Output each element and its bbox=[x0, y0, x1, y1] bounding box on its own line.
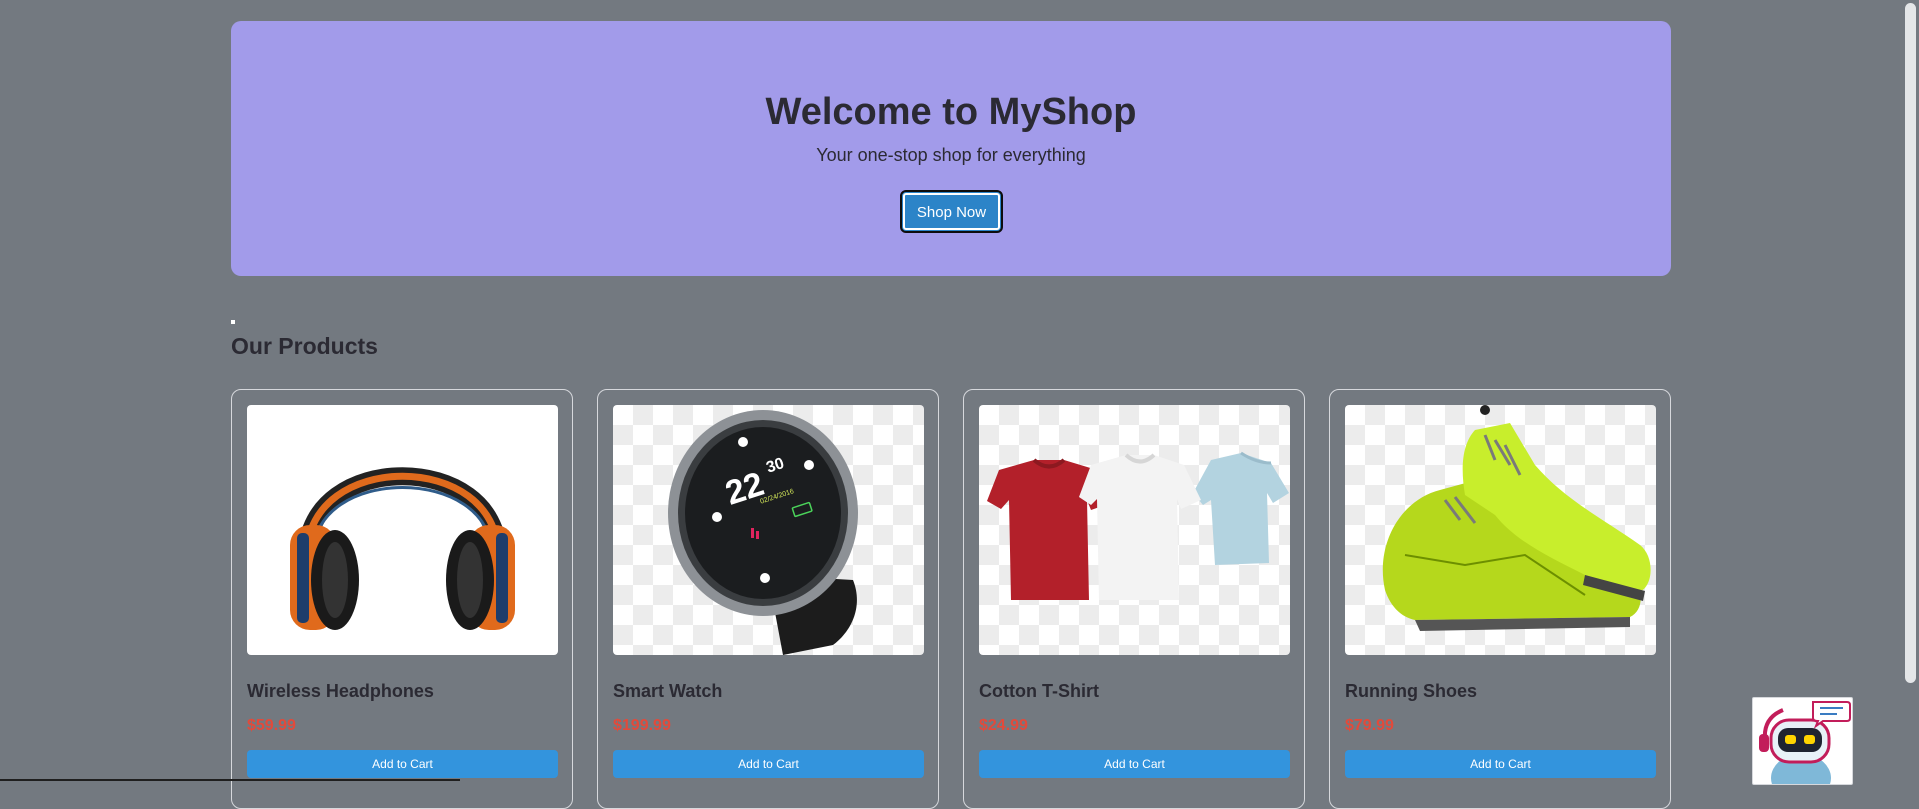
scrollbar-thumb[interactable] bbox=[1905, 3, 1916, 683]
shop-now-button[interactable]: Shop Now bbox=[900, 190, 1003, 233]
product-price: $79.99 bbox=[1345, 717, 1394, 734]
product-card: Cotton T-Shirt $24.99 Add to Cart bbox=[963, 389, 1305, 809]
product-price: $199.99 bbox=[613, 717, 671, 734]
hero-banner: Welcome to MyShop Your one-stop shop for… bbox=[231, 21, 1671, 276]
product-card: Running Shoes $79.99 Add to Cart bbox=[1329, 389, 1671, 809]
product-price: $24.99 bbox=[979, 717, 1028, 734]
chatbot-robot-icon[interactable] bbox=[1752, 697, 1853, 785]
bottom-divider bbox=[0, 779, 460, 781]
product-card: 22 30 02/24/2016 Smart Watch $199.99 Add… bbox=[597, 389, 939, 809]
hero-subtitle: Your one-stop shop for everything bbox=[816, 145, 1086, 165]
tshirts-image[interactable] bbox=[979, 405, 1290, 655]
smartwatch-image[interactable]: 22 30 02/24/2016 bbox=[613, 405, 924, 655]
add-to-cart-button[interactable]: Add to Cart bbox=[1345, 750, 1656, 778]
add-to-cart-button[interactable]: Add to Cart bbox=[613, 750, 924, 778]
product-price: $59.99 bbox=[247, 717, 296, 734]
product-name: Smart Watch bbox=[613, 681, 723, 701]
product-name: Cotton T-Shirt bbox=[979, 681, 1099, 701]
add-to-cart-button[interactable]: Add to Cart bbox=[979, 750, 1290, 778]
running-shoes-image[interactable] bbox=[1345, 405, 1656, 655]
product-name: Running Shoes bbox=[1345, 681, 1477, 701]
focus-dot bbox=[231, 320, 235, 324]
hero-title: Welcome to MyShop bbox=[765, 91, 1137, 133]
add-to-cart-button[interactable]: Add to Cart bbox=[247, 750, 558, 778]
product-name: Wireless Headphones bbox=[247, 681, 434, 701]
headphones-image[interactable] bbox=[247, 405, 558, 655]
product-card: Wireless Headphones $59.99 Add to Cart bbox=[231, 389, 573, 809]
products-section-title: Our Products bbox=[231, 333, 378, 359]
